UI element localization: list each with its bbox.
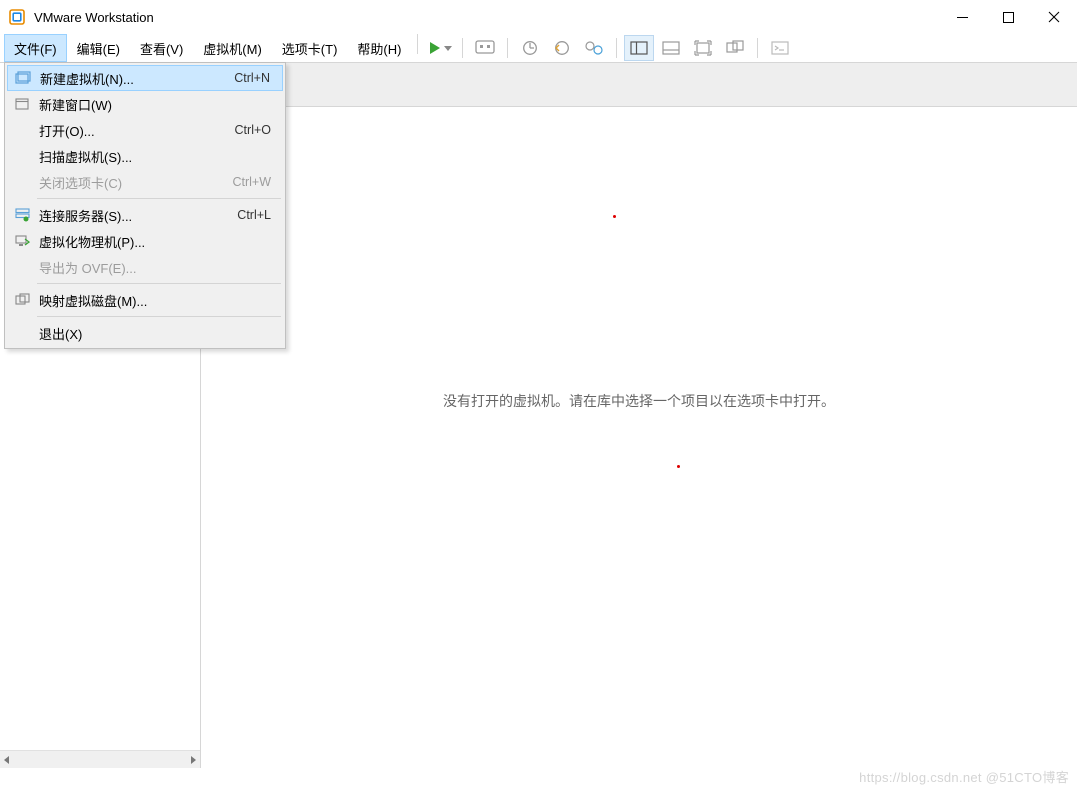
menu-close-tab-shortcut: Ctrl+W	[232, 175, 277, 189]
menu-separator	[37, 316, 281, 317]
menu-new-vm-label: 新建虚拟机(N)...	[34, 69, 234, 88]
menu-scan-vm[interactable]: 扫描虚拟机(S)...	[7, 143, 283, 169]
menu-separator	[37, 198, 281, 199]
menu-edit-label: 编辑(E)	[77, 39, 120, 58]
menu-scan-vm-label: 扫描虚拟机(S)...	[33, 147, 271, 166]
menu-export-ovf: 导出为 OVF(E)...	[7, 254, 283, 280]
menu-connect-server-shortcut: Ctrl+L	[237, 208, 277, 222]
file-menu-dropdown: 新建虚拟机(N)... Ctrl+N 新建窗口(W) 打开(O)... Ctrl…	[4, 62, 286, 349]
connect-server-icon	[11, 208, 33, 222]
toolbar-divider	[507, 38, 508, 58]
menu-connect-server-label: 连接服务器(S)...	[33, 206, 237, 225]
menu-separator	[37, 283, 281, 284]
cursor-dot	[677, 465, 680, 468]
menu-close-tab: 关闭选项卡(C) Ctrl+W	[7, 169, 283, 195]
menu-open-shortcut: Ctrl+O	[235, 123, 277, 137]
new-vm-icon	[12, 71, 34, 85]
menu-new-vm[interactable]: 新建虚拟机(N)... Ctrl+N	[7, 65, 283, 91]
menu-open[interactable]: 打开(O)... Ctrl+O	[7, 117, 283, 143]
menu-tabs[interactable]: 选项卡(T)	[272, 34, 348, 62]
new-window-icon	[11, 98, 33, 110]
menu-view-label: 查看(V)	[140, 39, 183, 58]
fullscreen-button[interactable]	[688, 35, 718, 61]
tab-strip[interactable]	[201, 63, 1077, 107]
sidebar-scrollbar[interactable]	[0, 750, 200, 768]
menu-close-tab-label: 关闭选项卡(C)	[33, 173, 232, 192]
menu-file-label: 文件(F)	[14, 39, 57, 58]
main-panel: 没有打开的虚拟机。请在库中选择一个项目以在选项卡中打开。	[201, 63, 1077, 768]
snapshot-revert-button[interactable]	[547, 35, 577, 61]
menu-help[interactable]: 帮助(H)	[347, 34, 411, 62]
show-library-button[interactable]	[624, 35, 654, 61]
map-vdisk-icon	[11, 293, 33, 307]
menu-virtualize-physical-label: 虚拟化物理机(P)...	[33, 232, 271, 251]
power-on-button[interactable]	[425, 35, 455, 61]
unity-button[interactable]	[720, 35, 750, 61]
menu-help-label: 帮助(H)	[357, 39, 401, 58]
menu-connect-server[interactable]: 连接服务器(S)... Ctrl+L	[7, 202, 283, 228]
minimize-button[interactable]	[939, 0, 985, 34]
maximize-button[interactable]	[985, 0, 1031, 34]
toolbar-divider	[417, 34, 418, 54]
watermark: https://blog.csdn.net @51CTO博客	[859, 767, 1069, 786]
menu-vm[interactable]: 虚拟机(M)	[193, 34, 272, 62]
console-button[interactable]	[765, 35, 795, 61]
menu-view[interactable]: 查看(V)	[130, 34, 193, 62]
empty-state-message: 没有打开的虚拟机。请在库中选择一个项目以在选项卡中打开。	[201, 391, 1077, 411]
show-thumbnail-button[interactable]	[656, 35, 686, 61]
menu-vm-label: 虚拟机(M)	[203, 39, 262, 58]
menu-new-vm-shortcut: Ctrl+N	[234, 71, 276, 85]
toolbar-divider	[757, 38, 758, 58]
menu-new-window[interactable]: 新建窗口(W)	[7, 91, 283, 117]
virtualize-physical-icon	[11, 234, 33, 248]
send-ctrl-alt-del-button[interactable]	[470, 35, 500, 61]
snapshot-take-button[interactable]	[515, 35, 545, 61]
close-button[interactable]	[1031, 0, 1077, 34]
toolbar	[424, 34, 796, 62]
menu-virtualize-physical[interactable]: 虚拟化物理机(P)...	[7, 228, 283, 254]
menu-edit[interactable]: 编辑(E)	[67, 34, 130, 62]
snapshot-manager-button[interactable]	[579, 35, 609, 61]
scroll-right-icon	[188, 755, 198, 765]
chevron-down-icon	[444, 46, 452, 51]
menu-new-window-label: 新建窗口(W)	[33, 95, 271, 114]
menu-export-ovf-label: 导出为 OVF(E)...	[33, 258, 271, 277]
menu-exit-label: 退出(X)	[33, 324, 271, 343]
menu-map-vdisk[interactable]: 映射虚拟磁盘(M)...	[7, 287, 283, 313]
toolbar-divider	[462, 38, 463, 58]
title-bar: VMware Workstation	[0, 0, 1077, 34]
scroll-left-icon	[2, 755, 12, 765]
toolbar-divider	[616, 38, 617, 58]
cursor-dot	[613, 215, 616, 218]
menu-tabs-label: 选项卡(T)	[282, 39, 338, 58]
menu-open-label: 打开(O)...	[33, 121, 235, 140]
app-title: VMware Workstation	[34, 10, 154, 25]
menu-bar: 文件(F) 编辑(E) 查看(V) 虚拟机(M) 选项卡(T) 帮助(H)	[0, 34, 1077, 62]
menu-map-vdisk-label: 映射虚拟磁盘(M)...	[33, 291, 271, 310]
window-controls	[939, 0, 1077, 34]
menu-file[interactable]: 文件(F)	[4, 34, 67, 62]
menu-exit[interactable]: 退出(X)	[7, 320, 283, 346]
app-icon	[8, 8, 26, 26]
